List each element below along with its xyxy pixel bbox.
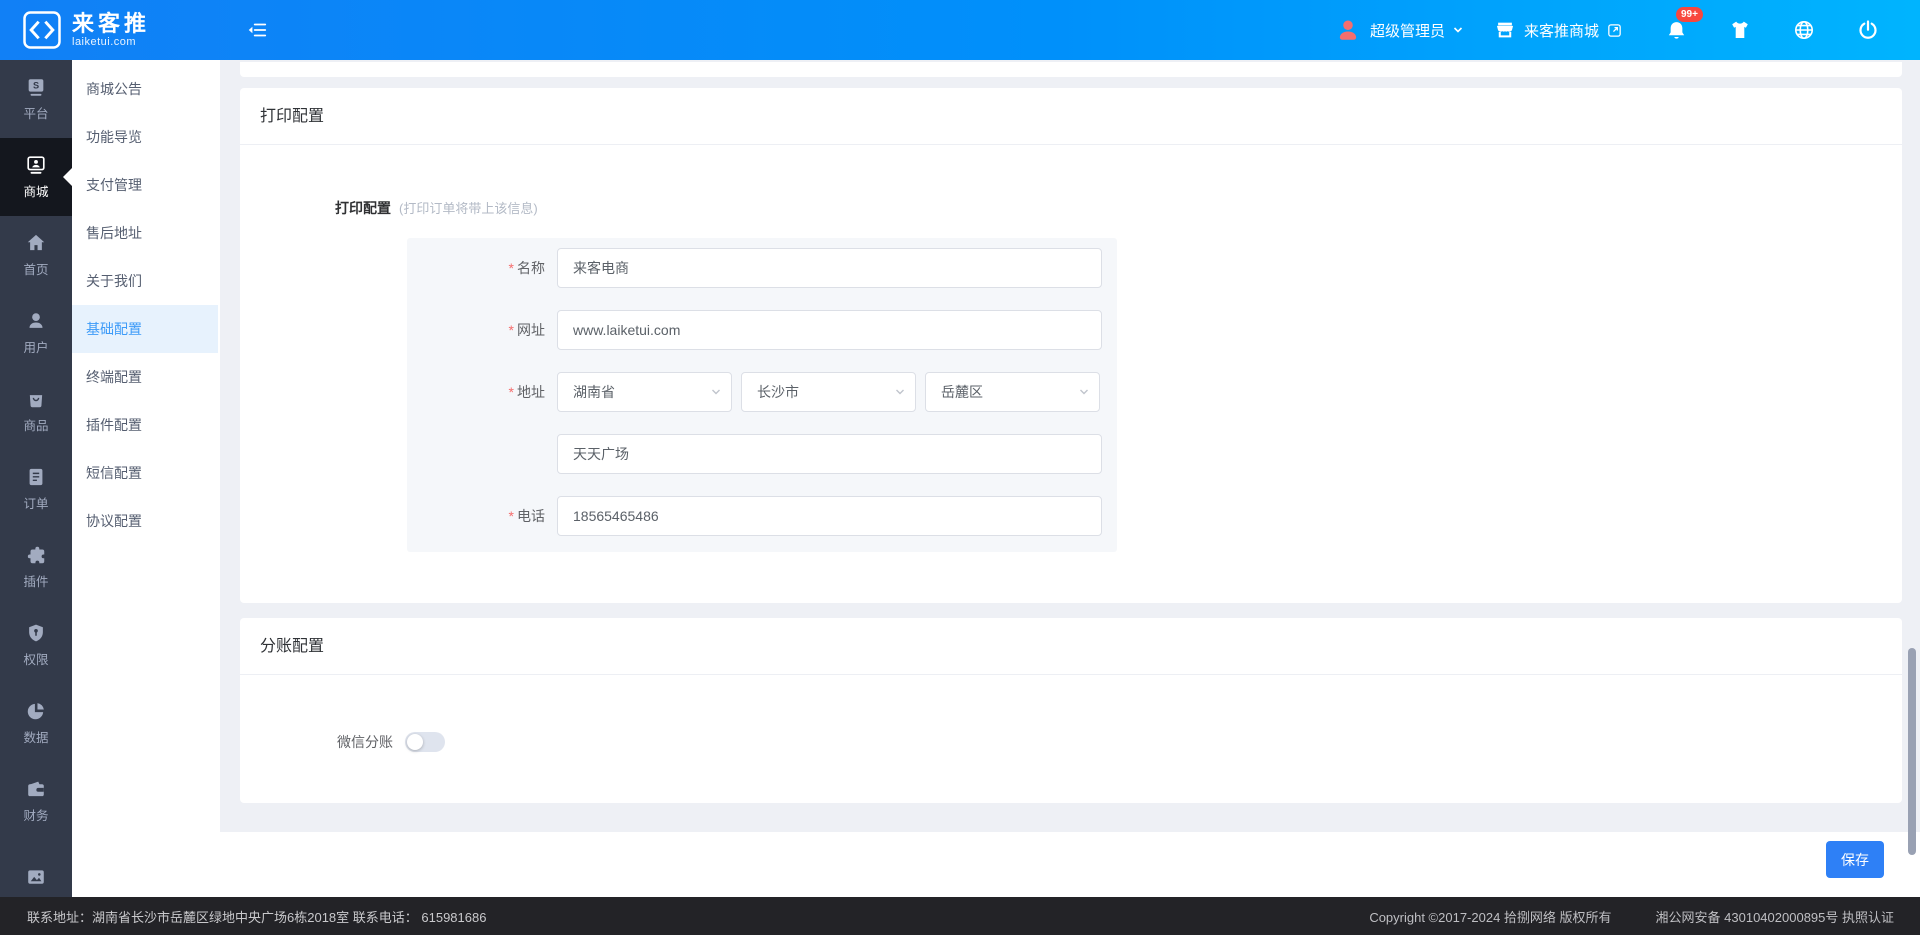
bell-icon xyxy=(1668,21,1685,39)
name-field-label: 名称 xyxy=(517,260,545,276)
logout-button[interactable] xyxy=(1856,18,1880,42)
wechat-split-label: 微信分账 xyxy=(337,734,393,750)
sidebar-item-media[interactable] xyxy=(0,840,72,897)
website-field-label: 网址 xyxy=(517,322,545,338)
footer-police-record: 湘公网安备 43010402000895号 执照认证 xyxy=(1655,909,1894,925)
language-button[interactable] xyxy=(1792,18,1816,42)
save-bar: 保存 xyxy=(220,832,1920,897)
street-input[interactable] xyxy=(557,434,1102,474)
menu-item-mall-announcement[interactable]: 商城公告 xyxy=(72,65,218,113)
phone-field-label: 电话 xyxy=(517,508,545,524)
data-icon xyxy=(27,703,44,720)
address-field-label: 地址 xyxy=(517,384,545,400)
chevron-down-icon xyxy=(896,389,904,395)
brand-logo[interactable]: 来客推 laiketui.com xyxy=(22,10,150,50)
mall-icon xyxy=(27,156,45,174)
menu-item-feature-tour[interactable]: 功能导览 xyxy=(72,113,218,161)
sidebar-item-home[interactable]: 首页 xyxy=(0,216,72,294)
name-input[interactable] xyxy=(557,248,1102,288)
topbar: 来客推 laiketui.com 超级管理员 来客推商城 99+ xyxy=(0,0,1920,60)
footer: 联系地址：湖南省长沙市岳麓区绿地中央广场6栋2018室 联系电话： 615981… xyxy=(0,897,1920,935)
order-icon xyxy=(29,468,43,486)
print-config-label: 打印配置 xyxy=(335,200,391,216)
avatar xyxy=(1339,20,1357,40)
wechat-split-toggle[interactable] xyxy=(405,732,445,752)
print-config-card: 打印配置 打印配置 (打印订单将带上该信息) *名称 *网址 *地址 xyxy=(240,88,1902,603)
sidebar-item-goods[interactable]: 商品 xyxy=(0,372,72,450)
footer-contact: 联系地址：湖南省长沙市岳麓区绿地中央广场6栋2018室 联系电话： 615981… xyxy=(27,909,487,925)
plugin-icon xyxy=(27,546,45,564)
svg-text:S: S xyxy=(33,80,39,90)
shop-link-label: 来客推商城 xyxy=(1523,22,1599,40)
menu-item-basic-config[interactable]: 基础配置 xyxy=(72,305,218,353)
split-account-card: 分账配置 微信分账 xyxy=(240,618,1902,803)
sidebar-item-users[interactable]: 用户 xyxy=(0,294,72,372)
sidebar-item-orders[interactable]: 订单 xyxy=(0,450,72,528)
sidebar-item-data[interactable]: 数据 xyxy=(0,684,72,762)
city-select[interactable]: 长沙市 xyxy=(741,372,916,412)
menu-item-about-us[interactable]: 关于我们 xyxy=(72,257,218,305)
platform-icon: S xyxy=(28,79,44,96)
storefront-icon xyxy=(1496,22,1514,38)
save-button[interactable]: 保存 xyxy=(1826,841,1884,878)
menu-item-plugin-config[interactable]: 插件配置 xyxy=(72,401,218,449)
required-mark: * xyxy=(508,260,514,276)
phone-input[interactable] xyxy=(557,496,1102,536)
footer-copyright: Copyright ©2017-2024 拾捌网络 版权所有 xyxy=(1369,909,1612,925)
district-select[interactable]: 岳麓区 xyxy=(925,372,1100,412)
menu-item-aftersale-address[interactable]: 售后地址 xyxy=(72,209,218,257)
menu-item-agreement-config[interactable]: 协议配置 xyxy=(72,497,218,545)
goods-icon xyxy=(29,395,43,408)
sidebar-item-plugins[interactable]: 插件 xyxy=(0,528,72,606)
website-input[interactable] xyxy=(557,310,1102,350)
main-content: 打印配置 打印配置 (打印订单将带上该信息) *名称 *网址 *地址 xyxy=(220,60,1920,897)
globe-icon xyxy=(1795,21,1813,39)
card-title: 分账配置 xyxy=(240,618,1902,675)
sidebar-collapse-icon[interactable] xyxy=(246,19,268,41)
sidebar-item-finance[interactable]: 财务 xyxy=(0,762,72,840)
sidebar-item-mall[interactable]: 商城 xyxy=(0,138,72,216)
chevron-down-icon xyxy=(1453,27,1463,33)
brand-name: 来客推 xyxy=(72,11,151,36)
tshirt-icon xyxy=(1732,21,1748,38)
menu-item-payment-management[interactable]: 支付管理 xyxy=(72,161,218,209)
notifications-button[interactable]: 99+ xyxy=(1665,6,1703,42)
store-theme-button[interactable] xyxy=(1728,18,1752,42)
laiketui-logo-icon xyxy=(23,11,61,49)
notification-badge: 99+ xyxy=(1676,6,1703,22)
finance-icon xyxy=(28,781,44,797)
print-config-hint: (打印订单将带上该信息) xyxy=(399,201,538,216)
previous-card-edge xyxy=(240,62,1902,77)
user-icon xyxy=(29,313,43,328)
print-config-panel: *名称 *网址 *地址 湖南省 长沙市 xyxy=(407,238,1117,552)
shop-link[interactable]: 来客推商城 xyxy=(1494,19,1623,41)
external-link-icon xyxy=(1608,23,1621,37)
sidebar-item-platform[interactable]: S 平台 xyxy=(0,60,72,138)
menu-item-terminal-config[interactable]: 终端配置 xyxy=(72,353,218,401)
user-menu[interactable]: 超级管理员 xyxy=(1335,17,1464,43)
media-icon xyxy=(28,869,44,884)
chevron-down-icon xyxy=(712,389,720,395)
menu-item-sms-config[interactable]: 短信配置 xyxy=(72,449,218,497)
main-sidebar: S 平台 商城 首页 用户 商品 订单 插件 权限 数据 财务 xyxy=(0,60,72,897)
province-select[interactable]: 湖南省 xyxy=(557,372,732,412)
sidebar-item-permissions[interactable]: 权限 xyxy=(0,606,72,684)
home-icon xyxy=(27,234,45,251)
chevron-down-icon xyxy=(1080,389,1088,395)
power-icon xyxy=(1859,20,1877,39)
active-section-notch xyxy=(63,168,72,186)
app-window: 来客推 laiketui.com 超级管理员 来客推商城 99+ S 平台 商城… xyxy=(0,0,1920,935)
permission-icon xyxy=(29,624,43,642)
brand-domain: laiketui.com xyxy=(72,36,137,48)
card-title: 打印配置 xyxy=(240,88,1902,145)
user-role-label: 超级管理员 xyxy=(1369,22,1445,40)
vertical-scrollbar[interactable] xyxy=(1908,648,1916,855)
sub-sidebar: 商城公告 功能导览 支付管理 售后地址 关于我们 基础配置 终端配置 插件配置 … xyxy=(63,60,220,897)
